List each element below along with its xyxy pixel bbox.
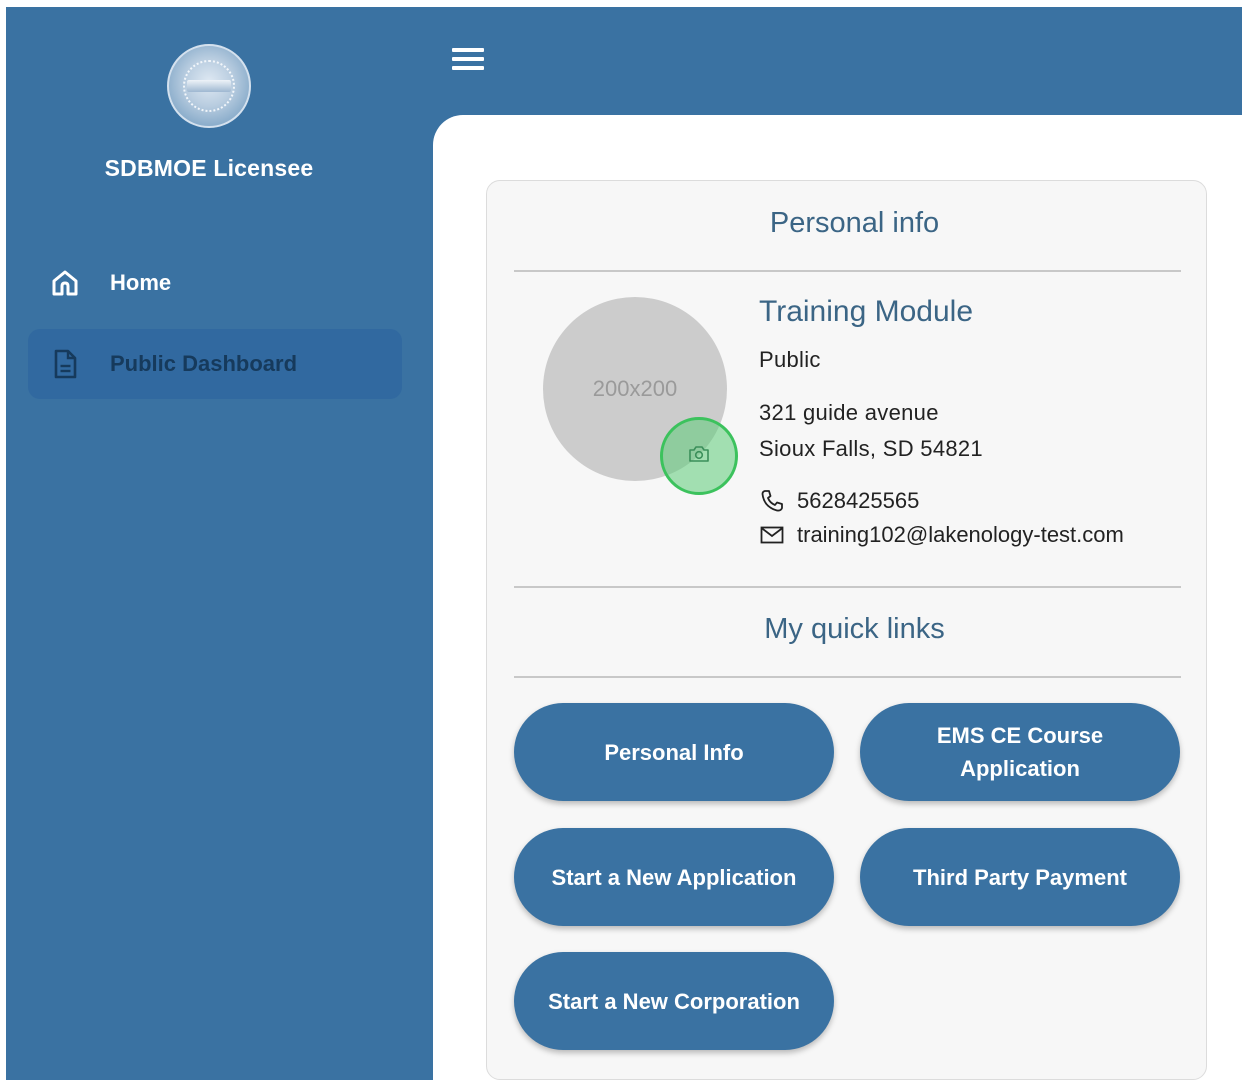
profile-card: Personal info 200x200 Training Module Pu… <box>486 180 1207 1080</box>
sidebar-item-home[interactable]: Home <box>28 248 402 318</box>
state-seal-logo <box>167 44 251 128</box>
hamburger-line <box>452 57 484 61</box>
app-frame: SDBMOE Licensee Home Public Dashboard Pe… <box>6 7 1242 1080</box>
email-row: training102@lakenology-test.com <box>759 522 1124 548</box>
profile-role: Public <box>759 347 821 372</box>
hamburger-line <box>452 48 484 52</box>
camera-icon <box>688 445 710 468</box>
phone-number: 5628425565 <box>797 488 920 513</box>
divider <box>514 270 1181 272</box>
document-icon <box>48 347 82 381</box>
main-content: Personal info 200x200 Training Module Pu… <box>433 115 1242 1080</box>
phone-row: 5628425565 <box>759 488 1124 514</box>
seal-emblem <box>187 80 231 92</box>
start-new-application-button[interactable]: Start a New Application <box>514 828 834 926</box>
address-line-2: Sioux Falls, SD 54821 <box>759 436 983 461</box>
quick-links-heading: My quick links <box>764 613 945 645</box>
start-new-corporation-button[interactable]: Start a New Corporation <box>514 952 834 1050</box>
mail-icon <box>759 523 785 547</box>
home-icon <box>48 266 82 300</box>
avatar-placeholder-text: 200x200 <box>592 376 678 401</box>
hamburger-menu-icon[interactable] <box>452 45 486 73</box>
sidebar-item-label: Public Dashboard <box>110 351 298 376</box>
personal-info-button[interactable]: Personal Info <box>514 703 834 801</box>
address-line-1: 321 guide avenue <box>759 400 939 425</box>
hamburger-line <box>452 66 484 70</box>
divider <box>514 676 1181 678</box>
sidebar-item-public-dashboard[interactable]: Public Dashboard <box>28 329 402 399</box>
profile-details: Training Module Public 321 guide avenue … <box>759 295 1124 548</box>
sidebar: SDBMOE Licensee Home Public Dashboard <box>6 7 433 1080</box>
upload-photo-button[interactable] <box>660 417 738 495</box>
seal-ring <box>183 60 235 112</box>
divider <box>514 586 1181 588</box>
phone-icon <box>759 489 785 513</box>
brand-title: SDBMOE Licensee <box>104 155 314 181</box>
third-party-payment-button[interactable]: Third Party Payment <box>860 828 1180 926</box>
email-address: training102@lakenology-test.com <box>797 522 1124 547</box>
ems-ce-course-application-button[interactable]: EMS CE Course Application <box>860 703 1180 801</box>
sidebar-item-label: Home <box>110 270 172 295</box>
profile-name: Training Module <box>759 295 973 328</box>
personal-info-heading: Personal info <box>769 207 940 239</box>
